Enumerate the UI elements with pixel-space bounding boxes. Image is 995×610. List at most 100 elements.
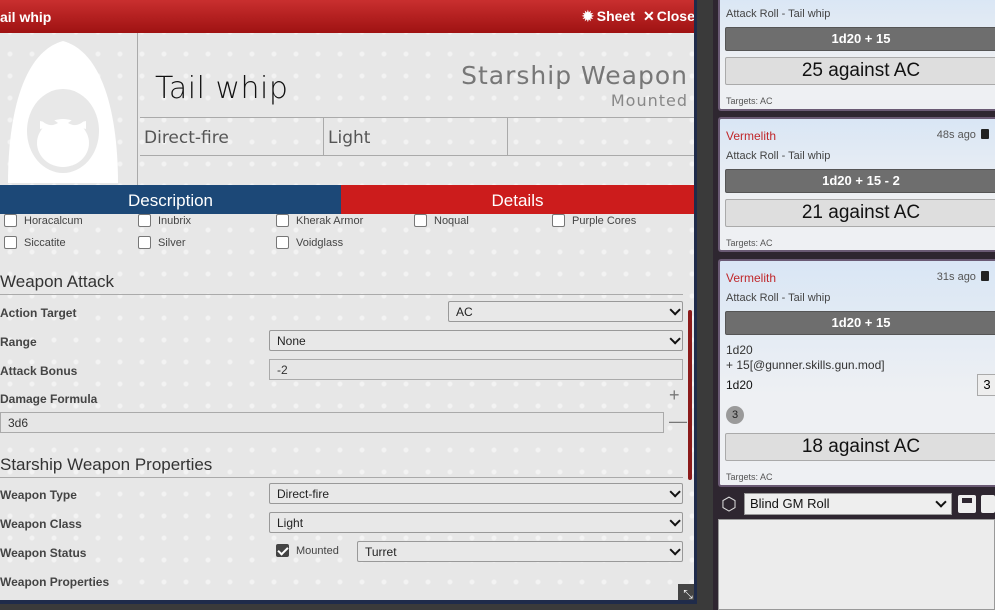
dice-total: 25 against AC bbox=[725, 57, 995, 85]
timestamp-text: 48s ago bbox=[936, 129, 976, 141]
tab-description[interactable]: Description bbox=[0, 185, 341, 214]
item-subtype: Mounted bbox=[610, 91, 688, 110]
dice-term-label: 1d20 bbox=[726, 378, 753, 392]
roll-breakdown: 1d20 bbox=[726, 343, 753, 357]
checkbox[interactable] bbox=[276, 236, 289, 249]
weapon-type-label: Weapon Type bbox=[0, 488, 77, 502]
window-titlebar[interactable]: ail whip ✹ Sheet ✕ Close bbox=[0, 0, 694, 33]
checkbox[interactable] bbox=[4, 236, 17, 249]
chat-message: Attack Roll - Tail whip 1d20 + 15 25 aga… bbox=[718, 0, 995, 111]
checkbox[interactable] bbox=[552, 214, 565, 227]
material-label: Voidglass bbox=[296, 236, 344, 249]
material-checkbox[interactable]: Inubrix bbox=[138, 214, 191, 227]
material-checkbox[interactable]: Noqual bbox=[414, 214, 469, 227]
timestamp-text: 31s ago bbox=[936, 271, 976, 283]
attack-bonus-input[interactable]: -2 bbox=[269, 359, 683, 380]
material-checkbox[interactable]: Kherak Armor bbox=[276, 214, 363, 227]
action-target-label: Action Target bbox=[0, 306, 77, 320]
material-label: Siccatite bbox=[24, 236, 66, 249]
material-label: Noqual bbox=[434, 214, 469, 227]
item-type: Starship Weapon bbox=[461, 61, 688, 90]
damage-formula-input[interactable]: 3d6 bbox=[0, 412, 664, 433]
message-author[interactable]: Vermelith bbox=[726, 271, 776, 285]
trash-icon[interactable] bbox=[981, 495, 995, 513]
dice-formula[interactable]: 1d20 + 15 bbox=[725, 27, 995, 51]
d20-icon[interactable]: ⬡ bbox=[718, 493, 740, 515]
gear-icon: ✹ bbox=[582, 8, 594, 24]
material-label: Horacalcum bbox=[24, 214, 83, 227]
item-portrait[interactable] bbox=[0, 33, 138, 185]
tab-details[interactable]: Details bbox=[341, 185, 694, 214]
material-label: Inubrix bbox=[158, 214, 192, 227]
chevron-down-icon bbox=[935, 496, 947, 508]
remove-damage-part-button[interactable]: — bbox=[669, 411, 687, 432]
resize-handle-icon[interactable]: ⤡ bbox=[678, 584, 694, 600]
roll-breakdown: + 15[@gunner.skills.gun.mod] bbox=[726, 358, 885, 372]
roll-mode-select[interactable]: Blind GM Roll bbox=[744, 493, 952, 515]
chat-message-input[interactable] bbox=[718, 519, 995, 610]
item-name[interactable]: Tail whip bbox=[155, 71, 288, 106]
chat-message: Vermelith 48s ago Attack Roll - Tail whi… bbox=[718, 117, 995, 252]
range-value: None bbox=[277, 334, 306, 348]
close-label: Close bbox=[656, 8, 695, 24]
weapon-status-select[interactable]: Turret bbox=[357, 541, 683, 562]
checkbox[interactable] bbox=[276, 214, 289, 227]
item-sheet-window: ail whip ✹ Sheet ✕ Close Tail whip Stars… bbox=[0, 0, 697, 604]
dice-term-result: 3 bbox=[977, 374, 995, 396]
material-label: Purple Cores bbox=[572, 214, 637, 227]
weapon-status-label: Weapon Status bbox=[0, 546, 87, 560]
damage-formula-label: Damage Formula bbox=[0, 392, 98, 406]
weapon-status-value: Turret bbox=[365, 545, 397, 559]
message-flavor: Attack Roll - Tail whip bbox=[726, 8, 831, 20]
save-icon[interactable] bbox=[958, 495, 976, 513]
weapon-class-label: Weapon Class bbox=[0, 517, 82, 531]
weapon-attack-heading: Weapon Attack bbox=[0, 272, 683, 295]
chat-message: Vermelith 31s ago Attack Roll - Tail whi… bbox=[718, 259, 995, 487]
dice-formula[interactable]: 1d20 + 15 bbox=[725, 311, 995, 335]
header-divider bbox=[140, 155, 694, 156]
message-timestamp: 48s ago bbox=[937, 129, 989, 141]
roll-targets: Targets: AC bbox=[726, 238, 773, 248]
roll-mode-value: Blind GM Roll bbox=[750, 496, 830, 511]
trash-icon[interactable] bbox=[981, 271, 989, 281]
checkbox[interactable] bbox=[414, 214, 427, 227]
checkbox[interactable] bbox=[4, 214, 17, 227]
material-checkbox[interactable]: Horacalcum bbox=[4, 214, 83, 227]
dice-total: 21 against AC bbox=[725, 199, 995, 227]
checkbox[interactable] bbox=[138, 214, 151, 227]
checkbox[interactable] bbox=[138, 236, 151, 249]
material-checkbox[interactable]: Voidglass bbox=[276, 236, 343, 249]
weapon-type-value: Direct-fire bbox=[277, 487, 330, 501]
range-select[interactable]: None bbox=[269, 330, 683, 351]
hooded-figure-icon bbox=[8, 41, 118, 183]
mounted-checkbox[interactable] bbox=[276, 544, 289, 557]
details-content[interactable]: Horacalcum Inubrix Kherak Armor Noqual P… bbox=[0, 214, 694, 600]
sheet-label: Sheet bbox=[596, 8, 635, 24]
header-weapon-type: Direct-fire bbox=[140, 118, 324, 155]
chevron-down-icon bbox=[669, 544, 681, 556]
material-checkbox[interactable]: Silver bbox=[138, 236, 186, 249]
message-flavor: Attack Roll - Tail whip bbox=[726, 292, 831, 304]
weapon-properties-heading: Starship Weapon Properties bbox=[0, 455, 683, 478]
chevron-down-icon bbox=[669, 333, 681, 345]
material-label: Silver bbox=[158, 236, 186, 249]
sheet-config-button[interactable]: ✹ Sheet bbox=[582, 8, 635, 24]
dice-total: 18 against AC bbox=[725, 433, 995, 461]
message-author[interactable]: Vermelith bbox=[726, 129, 776, 143]
attack-bonus-label: Attack Bonus bbox=[0, 364, 78, 378]
action-target-select[interactable]: AC bbox=[448, 301, 683, 322]
close-button[interactable]: ✕ Close bbox=[643, 8, 695, 24]
material-checkbox[interactable]: Siccatite bbox=[4, 236, 66, 249]
chevron-down-icon bbox=[669, 486, 681, 498]
scrollbar-thumb[interactable] bbox=[688, 310, 692, 480]
dice-formula[interactable]: 1d20 + 15 - 2 bbox=[725, 169, 995, 193]
mounted-checkbox-group[interactable]: Mounted bbox=[276, 544, 339, 557]
material-checkbox[interactable]: Purple Cores bbox=[552, 214, 636, 227]
range-label: Range bbox=[0, 335, 37, 349]
weapon-class-select[interactable]: Light bbox=[269, 512, 683, 533]
add-damage-part-button[interactable]: + bbox=[669, 385, 680, 406]
item-header: Tail whip Starship Weapon Mounted Direct… bbox=[0, 33, 694, 185]
weapon-type-select[interactable]: Direct-fire bbox=[269, 483, 683, 504]
trash-icon[interactable] bbox=[981, 129, 989, 139]
weapon-class-value: Light bbox=[277, 516, 304, 530]
